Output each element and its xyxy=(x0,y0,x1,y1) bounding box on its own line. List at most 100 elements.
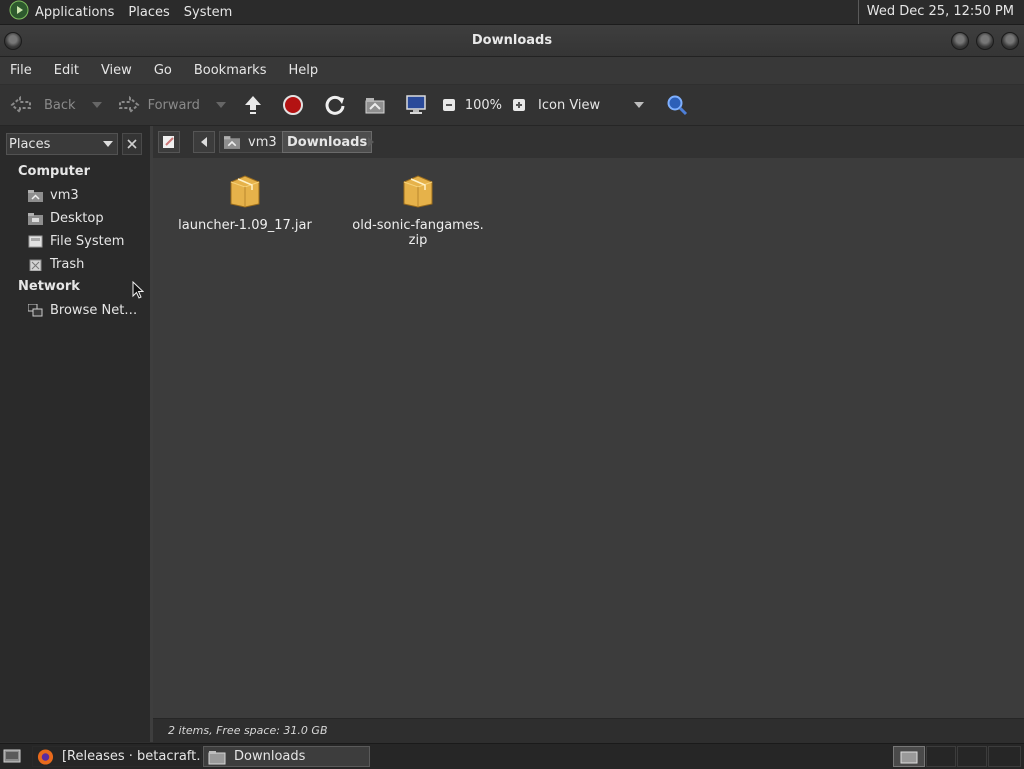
chevron-down-icon xyxy=(215,102,226,108)
menu-view[interactable]: View xyxy=(101,63,132,78)
menu-edit[interactable]: Edit xyxy=(54,63,79,78)
view-mode-select[interactable]: Icon View xyxy=(538,85,645,125)
sidebar-item-label: Browse Net… xyxy=(50,302,138,318)
sidebar-item-label: Trash xyxy=(50,256,85,272)
home-button[interactable] xyxy=(364,85,386,125)
folder-icon xyxy=(208,750,226,764)
crumb-label: vm3 xyxy=(248,134,277,150)
zoom-out-button[interactable] xyxy=(442,85,456,125)
sidebar-item-browse-network[interactable]: Browse Net… xyxy=(28,300,137,320)
window-titlebar[interactable]: Downloads xyxy=(0,25,1024,57)
task-downloads[interactable]: Downloads xyxy=(203,746,370,767)
chevron-down-icon xyxy=(91,102,102,108)
side-pane-selector[interactable]: Places xyxy=(6,133,118,155)
computer-button[interactable] xyxy=(404,85,428,125)
menubar: File Edit View Go Bookmarks Help xyxy=(0,57,1024,84)
drive-icon xyxy=(28,235,43,247)
chevron-left-icon xyxy=(201,137,207,147)
task-firefox[interactable]: [Releases · betacraft… xyxy=(32,746,202,767)
system-menu[interactable]: System xyxy=(184,5,232,20)
file-name-line2: zip xyxy=(408,233,428,248)
up-button[interactable] xyxy=(242,85,264,125)
firefox-icon xyxy=(37,748,54,765)
home-folder-icon xyxy=(365,98,385,114)
home-folder-icon xyxy=(28,189,43,202)
task-label: [Releases · betacraft… xyxy=(61,749,201,764)
view-mode-label: Icon View xyxy=(538,97,601,113)
sidebar-item-file-system[interactable]: File System xyxy=(28,231,124,251)
forward-label: Forward xyxy=(147,97,200,113)
search-button[interactable] xyxy=(666,85,688,125)
crumb-label: Downloads xyxy=(287,134,368,150)
menu-go[interactable]: Go xyxy=(154,63,172,78)
back-label: Back xyxy=(44,97,76,113)
maximize-button[interactable] xyxy=(976,32,994,50)
back-arrow-icon xyxy=(10,95,31,115)
file-name: old-sonic-fangames. xyxy=(352,218,484,233)
location-toggle-button[interactable] xyxy=(158,131,180,153)
chevron-down-icon xyxy=(634,102,645,108)
clock[interactable]: Wed Dec 25, 12:50 PM xyxy=(857,0,1014,24)
file-item[interactable]: old-sonic-fangames. zip xyxy=(348,158,488,248)
chevron-down-icon xyxy=(103,141,113,147)
tree-heading-computer[interactable]: Computer xyxy=(18,164,90,179)
toolbar: Back Forward 100% Icon View xyxy=(0,85,1024,126)
close-icon xyxy=(127,139,137,149)
path-bar: vm3 Downloads xyxy=(153,126,1024,158)
search-icon xyxy=(667,95,688,116)
home-folder-icon xyxy=(224,136,240,149)
reload-icon xyxy=(325,95,345,115)
status-bar: 2 items, Free space: 31.0 GB xyxy=(153,718,1024,743)
sidebar-item-desktop[interactable]: Desktop xyxy=(28,208,104,228)
applications-menu[interactable]: Applications xyxy=(35,5,114,20)
file-name: launcher-1.09_17.jar xyxy=(178,218,312,233)
menu-bookmarks[interactable]: Bookmarks xyxy=(194,63,267,78)
archive-icon xyxy=(230,175,260,208)
gnome-foot-icon[interactable] xyxy=(9,0,29,24)
window-title: Downloads xyxy=(471,33,553,48)
side-pane-close-button[interactable] xyxy=(122,133,142,155)
path-scroll-right-button[interactable] xyxy=(367,136,375,151)
status-text: 2 items, Free space: 31.0 GB xyxy=(168,724,328,737)
workspace-1[interactable] xyxy=(893,746,925,767)
crumb-downloads[interactable]: Downloads xyxy=(282,131,373,153)
back-button[interactable]: Back xyxy=(10,85,76,125)
back-history-dropdown[interactable] xyxy=(91,85,102,125)
file-view[interactable]: launcher-1.09_17.jar old-sonic-fangames.… xyxy=(153,158,1024,718)
sidebar-item-trash[interactable]: Trash xyxy=(28,254,84,274)
trash-icon xyxy=(29,259,42,271)
workspace-window-icon xyxy=(900,751,918,763)
forward-history-dropdown[interactable] xyxy=(215,85,226,125)
path-scroll-left-button[interactable] xyxy=(193,131,215,153)
close-button[interactable] xyxy=(1001,32,1019,50)
zoom-level[interactable]: 100% xyxy=(465,85,502,125)
sidebar-item-label: vm3 xyxy=(50,187,79,203)
side-pane: Places Computer vm3 Desktop File System … xyxy=(0,126,153,742)
top-panel: Applications Places System Wed Dec 25, 1… xyxy=(0,0,1024,25)
side-pane-selector-label: Places xyxy=(9,136,51,152)
computer-icon xyxy=(406,95,426,114)
workspace-3[interactable] xyxy=(957,746,987,767)
tree-heading-network[interactable]: Network xyxy=(18,279,80,294)
forward-arrow-icon xyxy=(118,95,140,115)
file-item[interactable]: launcher-1.09_17.jar xyxy=(175,158,315,233)
desktop-folder-icon xyxy=(28,212,43,225)
menu-file[interactable]: File xyxy=(10,63,32,78)
forward-button[interactable]: Forward xyxy=(116,85,200,125)
minimize-button[interactable] xyxy=(951,32,969,50)
chevron-right-icon xyxy=(368,137,374,147)
show-desktop-button[interactable] xyxy=(3,747,21,769)
zoom-in-button[interactable] xyxy=(512,85,526,125)
reload-button[interactable] xyxy=(324,85,346,125)
mouse-cursor xyxy=(132,280,145,303)
workspace-2[interactable] xyxy=(926,746,956,767)
window-menu-button[interactable] xyxy=(4,32,22,50)
menu-help[interactable]: Help xyxy=(288,63,318,78)
sidebar-item-vm3[interactable]: vm3 xyxy=(28,185,79,205)
stop-button[interactable] xyxy=(282,85,304,125)
crumb-vm3[interactable]: vm3 xyxy=(219,131,284,153)
workspace-4[interactable] xyxy=(988,746,1021,767)
sidebar-item-label: File System xyxy=(50,233,125,249)
places-menu[interactable]: Places xyxy=(128,5,169,20)
task-label: Downloads xyxy=(234,749,306,764)
